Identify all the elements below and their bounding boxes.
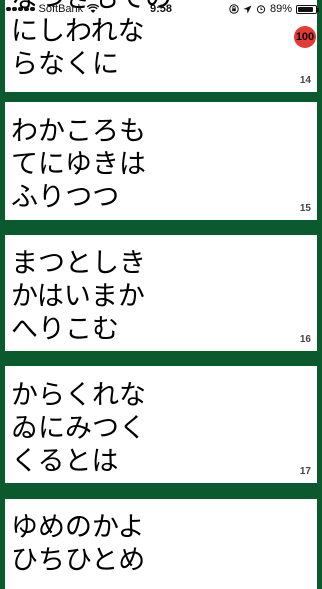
location-icon — [243, 5, 252, 13]
card-line: ゐにみつく — [11, 413, 146, 444]
card-list[interactable]: なつきもての にしわれな らなくに 14 わかころも てにゆきは ふりつつ 15… — [0, 0, 322, 589]
battery-fill — [298, 6, 314, 12]
status-bar: SoftBank 9:58 89% — [0, 0, 322, 20]
card-line: ゆめのかよ — [11, 512, 145, 543]
card-line: くるとは — [11, 446, 119, 477]
card-number: 14 — [299, 75, 311, 86]
card-text: わかころも てにゆきは ふりつつ — [11, 115, 146, 214]
card-text: ゆめのかよ ひちひとめ — [11, 511, 145, 577]
card-17[interactable]: からくれな ゐにみつく くるとは 17 — [5, 366, 317, 483]
card-number: 17 — [299, 466, 311, 477]
card-15[interactable]: わかころも てにゆきは ふりつつ 15 — [5, 102, 317, 220]
lock-rotation-icon — [229, 4, 239, 14]
card-number: 16 — [299, 334, 311, 345]
card-16[interactable]: まつとしき かはいまか へりこむ 16 — [5, 235, 317, 351]
card-line: ひちひとめ — [11, 545, 146, 576]
card-line: からくれな — [11, 380, 146, 411]
card-text: からくれな ゐにみつく くるとは — [11, 379, 146, 478]
card-line: らなくに — [11, 49, 119, 80]
card-line: わかころも — [11, 116, 146, 147]
card-line: かはいまか — [11, 281, 145, 312]
card-line: てにゆきは — [11, 149, 146, 180]
card-number: 15 — [299, 203, 311, 214]
battery-percent: 89% — [269, 3, 292, 15]
card-line: へりこむ — [11, 314, 119, 345]
card-text: まつとしき かはいまか へりこむ — [11, 247, 146, 346]
score-badge: 100 — [294, 26, 316, 48]
card-line: ふりつつ — [11, 182, 120, 213]
status-right: 89% — [229, 3, 319, 15]
battery-icon — [296, 4, 319, 14]
card-18[interactable]: ゆめのかよ ひちひとめ — [5, 499, 317, 589]
card-line: まつとしき — [11, 248, 146, 279]
alarm-icon — [256, 5, 266, 14]
